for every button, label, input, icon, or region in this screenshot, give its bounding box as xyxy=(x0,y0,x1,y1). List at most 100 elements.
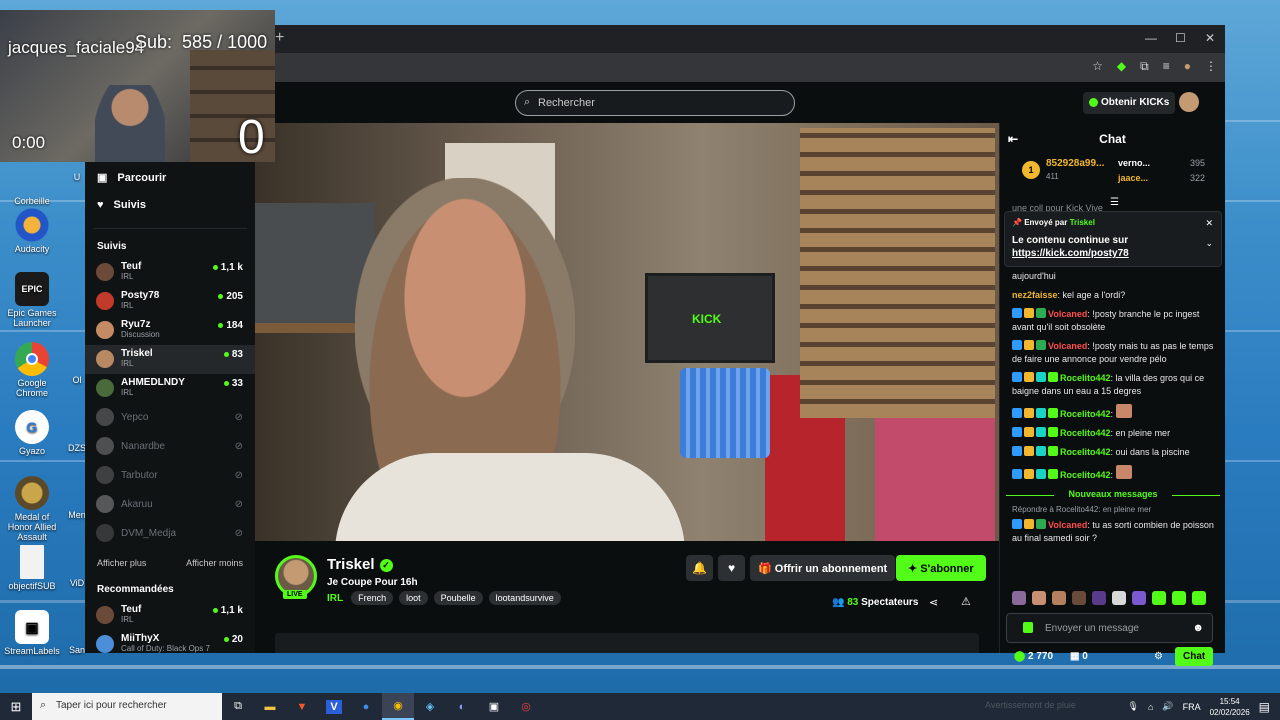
chat-message[interactable]: Rocelito442: xyxy=(1000,462,1226,485)
mic-icon[interactable]: 🎙 xyxy=(1128,701,1139,712)
report-warning-icon[interactable]: ⚠ xyxy=(961,595,971,608)
desktop-icon-chrome[interactable]: Google Chrome xyxy=(2,342,62,398)
hide-pin-icon[interactable]: ✕ xyxy=(1205,218,1213,229)
clock[interactable]: 15:54 02/02/2026 xyxy=(1210,696,1250,718)
search-input[interactable]: ⌕ Rechercher xyxy=(515,90,795,116)
chat-username[interactable]: nez2faisse xyxy=(1012,290,1058,300)
media-control-icon[interactable]: ≡ xyxy=(1163,59,1170,74)
maximize-button[interactable]: ☐ xyxy=(1175,31,1186,45)
collapse-chat-icon[interactable]: ⇤ xyxy=(1008,132,1018,146)
sidebar-channel[interactable]: MiiThyX Call of Duty: Black Ops 7 20 xyxy=(85,630,255,659)
chat-message[interactable]: Volcaned: tu as sorti combien de poisson… xyxy=(1000,516,1226,548)
leaderboard-first-name[interactable]: 852928a99... xyxy=(1046,158,1104,169)
chevron-down-icon[interactable]: ⌄ xyxy=(1205,238,1213,249)
extensions-puzzle-icon[interactable]: ⧉ xyxy=(1140,59,1149,74)
sidebar-channel[interactable]: Triskel IRL 83 xyxy=(85,345,255,374)
task-view-icon[interactable]: ⧉ xyxy=(222,693,254,720)
chat-username[interactable]: Rocelito442 xyxy=(1060,447,1111,457)
gyazo-taskbar-icon[interactable]: ● xyxy=(350,693,382,720)
desktop-icon-audacity[interactable]: Audacity xyxy=(2,208,62,254)
new-tab-button[interactable]: + xyxy=(275,29,284,47)
emote-icon[interactable] xyxy=(1152,591,1166,605)
start-windows-icon[interactable]: ⊞ xyxy=(0,699,32,715)
file-explorer-icon[interactable]: ▬ xyxy=(254,693,286,720)
notification-icon[interactable]: ▤ xyxy=(1259,700,1270,714)
show-less-link[interactable]: Afficher moins xyxy=(186,558,243,568)
share-icon[interactable]: ⋖ xyxy=(929,596,938,609)
chat-message[interactable]: nez2faisse: kel age a l'ordi? xyxy=(1000,286,1226,305)
follow-heart-icon[interactable]: ♥ xyxy=(718,555,745,581)
chat-username[interactable]: Rocelito442 xyxy=(1060,409,1111,419)
chat-message[interactable]: Rocelito442: en pleine mer xyxy=(1000,424,1226,443)
taskbar-search[interactable]: ⌕ Taper ici pour rechercher xyxy=(32,693,222,720)
chat-username[interactable]: Volcaned xyxy=(1048,520,1087,530)
video-player[interactable]: KICK xyxy=(255,123,999,541)
chat-username[interactable]: Volcaned xyxy=(1048,309,1087,319)
chat-message[interactable]: Volcaned: !posty mais tu as pas le temps… xyxy=(1000,337,1226,369)
channel-name[interactable]: Triskel ✓ xyxy=(327,556,393,573)
chat-username[interactable]: Rocelito442 xyxy=(1060,470,1111,480)
desktop-icon-streamlabels[interactable]: ▣ StreamLabels xyxy=(2,610,62,656)
expand-leaderboard-icon[interactable]: ☰ xyxy=(1110,197,1119,208)
gift-sub-button[interactable]: 🎁 Offrir un abonnement xyxy=(750,555,896,581)
menu-kebab-icon[interactable]: ⋮ xyxy=(1205,59,1217,74)
sidebar-channel[interactable]: Teuf IRL 1,1 k xyxy=(85,601,255,630)
chat-message[interactable]: Rocelito442: xyxy=(1000,401,1226,424)
steam-icon[interactable]: ◈ xyxy=(414,693,446,720)
emote-icon[interactable] xyxy=(1012,591,1026,605)
desktop-icon-epic-games[interactable]: EPIC Epic Games Launcher xyxy=(2,272,62,328)
sidebar-channel[interactable]: Posty78 IRL 205 xyxy=(85,287,255,316)
sidebar-channel[interactable]: DVM_Medja ⊘ xyxy=(85,519,255,548)
bookmark-star-icon[interactable]: ☆ xyxy=(1092,59,1103,74)
vivaldi-icon[interactable]: V xyxy=(318,693,350,720)
close-button[interactable]: ✕ xyxy=(1205,31,1215,45)
chrome-taskbar-icon[interactable]: ◉ xyxy=(382,693,414,720)
notification-bell-icon[interactable]: 🔔 xyxy=(686,555,713,581)
chat-username[interactable]: Rocelito442 xyxy=(1060,428,1111,438)
sidebar-channel[interactable]: Ryu7z Discussion 184 xyxy=(85,316,255,345)
chat-settings-gear-icon[interactable]: ⚙ xyxy=(1154,651,1163,662)
weather-warning[interactable]: Avertissement de pluie xyxy=(985,700,1076,710)
obs-record-icon[interactable]: ◎ xyxy=(510,693,542,720)
desktop-icon-objectifsub[interactable]: objectifSUB xyxy=(2,545,62,591)
chat-input[interactable]: Envoyer un message ☻ xyxy=(1006,613,1213,643)
sidebar-channel[interactable]: AHMEDLNDY IRL 33 xyxy=(85,374,255,403)
send-chat-button[interactable]: Chat xyxy=(1175,647,1214,666)
desktop-icon-recycle-bin[interactable]: Corbeille xyxy=(2,160,62,206)
emote-icon[interactable] xyxy=(1192,591,1206,605)
emoji-picker-icon[interactable]: ☻ xyxy=(1192,622,1204,634)
pinned-message[interactable]: 📌 Envoyé par Triskel Le contenu continue… xyxy=(1004,211,1222,267)
emote-icon[interactable] xyxy=(1092,591,1106,605)
user-avatar[interactable] xyxy=(1179,92,1199,112)
minimize-button[interactable]: — xyxy=(1145,31,1157,45)
network-icon[interactable]: ⌂ xyxy=(1148,702,1153,712)
nav-browse[interactable]: ▣ Parcourir xyxy=(97,164,243,191)
language-indicator[interactable]: FRA xyxy=(1183,702,1201,712)
discord-icon[interactable]: ◐ xyxy=(446,693,478,720)
brave-browser-icon[interactable]: ▼ xyxy=(286,693,318,720)
emote-icon[interactable] xyxy=(1032,591,1046,605)
emote-icon[interactable] xyxy=(1072,591,1086,605)
chat-message[interactable]: Volcaned: !posty branche le pc ingest av… xyxy=(1000,305,1226,337)
emote-icon[interactable] xyxy=(1172,591,1186,605)
volume-icon[interactable]: 🔊 xyxy=(1162,701,1173,712)
profile-avatar-icon[interactable]: ● xyxy=(1184,59,1191,74)
subscribe-button[interactable]: ✦ S'abonner xyxy=(896,555,986,581)
streamlabs-icon[interactable]: ▣ xyxy=(478,693,510,720)
sidebar-channel[interactable]: Yepco ⊘ xyxy=(85,403,255,432)
get-kicks-button[interactable]: Obtenir KICKs xyxy=(1083,92,1176,114)
desktop-icon-gyazo[interactable]: G Gyazo xyxy=(2,410,62,456)
stream-tag[interactable]: loot xyxy=(399,591,428,605)
drops[interactable]: ▦ 0 xyxy=(1070,651,1088,662)
chat-username[interactable]: Rocelito442 xyxy=(1060,373,1111,383)
chat-message[interactable]: Rocelito442: la villa des gros qui ce ba… xyxy=(1000,369,1226,401)
stream-category[interactable]: IRL xyxy=(327,593,343,604)
leaderboard-second[interactable]: verno... 395 xyxy=(1118,158,1205,168)
emote-icon[interactable] xyxy=(1112,591,1126,605)
leaderboard-third[interactable]: jaace... 322 xyxy=(1118,173,1205,183)
sidebar-channel[interactable]: Akaruu ⊘ xyxy=(85,490,255,519)
address-bar[interactable]: ☆ ◆ ⧉ ≡ ● ⋮ xyxy=(255,53,1225,82)
sidebar-channel[interactable]: Teuf IRL 1,1 k xyxy=(85,258,255,287)
desktop-icon-medal-of-honor[interactable]: Medal of Honor Allied Assault xyxy=(2,476,62,542)
pinned-link[interactable]: https://kick.com/posty78 xyxy=(1012,248,1214,259)
